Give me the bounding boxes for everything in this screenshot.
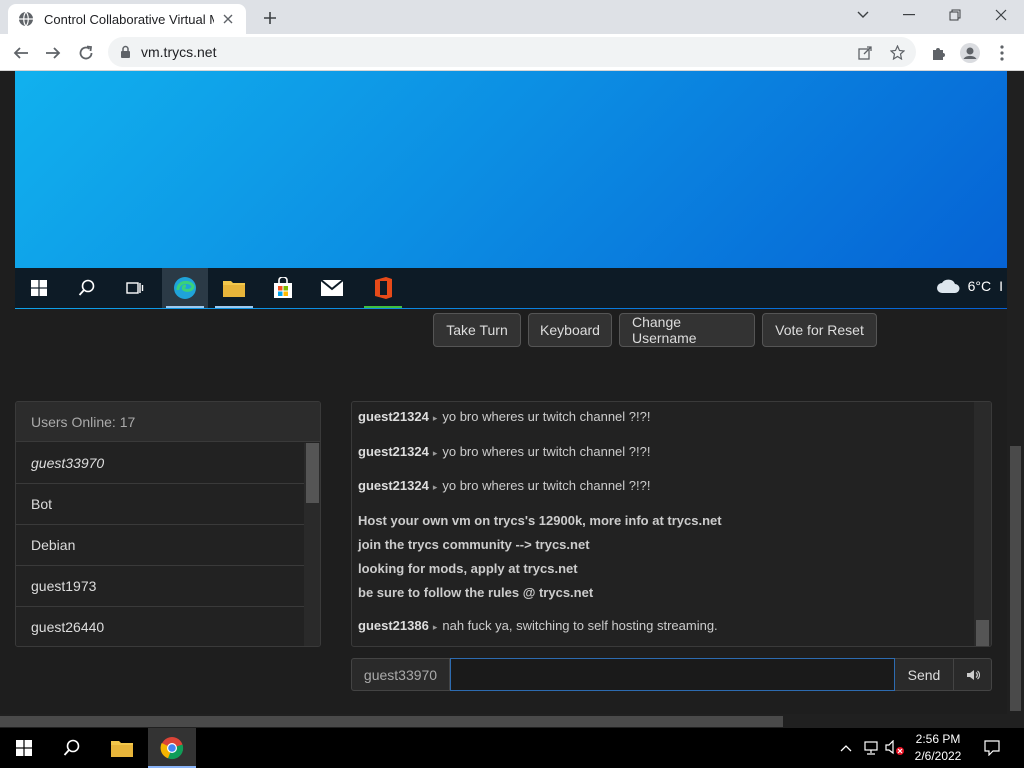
os-taskbar: 2:56 PM 2/6/2022 (0, 728, 1024, 768)
page-content: 6°C I Take Turn Keyboard Change Username… (0, 71, 1024, 728)
chrome-icon[interactable] (148, 728, 196, 768)
close-tab-icon[interactable] (220, 11, 236, 27)
windows-start-icon[interactable] (0, 728, 48, 768)
url-text: vm.trycs.net (141, 44, 217, 60)
profile-avatar-icon[interactable] (957, 40, 983, 66)
mail-icon[interactable] (309, 268, 355, 308)
users-scrollbar-thumb[interactable] (306, 443, 319, 503)
extensions-puzzle-icon[interactable] (925, 40, 951, 66)
change-username-button[interactable]: Change Username (619, 313, 755, 347)
sound-toggle-button[interactable] (954, 658, 992, 691)
chat-input-row: guest33970 Send (351, 658, 992, 691)
chat-username[interactable]: guest21386 (358, 618, 429, 633)
chat-message: guest21386 ▸ nah fuck ya, switching to sel… (358, 618, 718, 633)
page-vertical-scrollbar[interactable] (1007, 71, 1024, 714)
chevron-up-icon[interactable] (836, 728, 856, 768)
new-tab-icon[interactable] (259, 7, 281, 29)
weather-temp: 6°C (967, 278, 992, 294)
chat-message: guest21324 ▸ yo bro wheres ur twitch chann… (358, 409, 650, 424)
address-bar[interactable]: vm.trycs.net (108, 37, 916, 67)
chat-text: yo bro wheres ur twitch channel ?!?! (442, 478, 651, 493)
vm-controls: Take Turn Keyboard Change Username Vote … (433, 313, 877, 347)
user-list-item[interactable]: guest1973 (16, 566, 304, 607)
clock-time: 2:56 PM (915, 732, 961, 746)
file-explorer-icon[interactable] (98, 728, 146, 768)
chat-message-input[interactable] (450, 658, 895, 691)
chat-panel: guest21324 ▸ yo bro wheres ur twitch chann… (351, 401, 992, 647)
page-horizontal-scrollbar-thumb[interactable] (0, 716, 783, 727)
network-icon[interactable] (860, 728, 882, 768)
keyboard-button[interactable]: Keyboard (528, 313, 612, 347)
message-separator: ▸ (432, 482, 438, 492)
take-turn-button[interactable]: Take Turn (433, 313, 521, 347)
chat-text: nah fuck ya, switching to self hosting s… (442, 618, 718, 633)
forward-arrow-icon[interactable] (40, 40, 66, 66)
minimize-icon[interactable] (886, 0, 932, 30)
menu-kebab-icon[interactable] (989, 40, 1015, 66)
user-list-item[interactable]: guest33970 (16, 443, 304, 484)
notifications-icon[interactable] (978, 728, 1006, 768)
running-indicator (215, 306, 253, 308)
chat-username[interactable]: guest21324 (358, 444, 429, 459)
clock-date: 2/6/2022 (914, 749, 962, 763)
share-icon[interactable] (857, 44, 873, 60)
speaker-icon (966, 669, 980, 680)
vm-taskbar[interactable]: 6°C I (15, 268, 1007, 308)
chat-username[interactable]: guest21324 (358, 409, 429, 424)
back-arrow-icon[interactable] (8, 40, 34, 66)
system-message: looking for mods, apply at trycs.net (358, 561, 578, 576)
close-window-icon[interactable] (978, 0, 1024, 30)
page-vertical-scrollbar-thumb[interactable] (1010, 446, 1021, 711)
user-list-item[interactable]: guest26440 (16, 607, 304, 646)
message-separator: ▸ (432, 622, 438, 632)
search-icon[interactable] (48, 728, 96, 768)
chat-message: guest21324 ▸ yo bro wheres ur twitch chann… (358, 478, 650, 493)
cloud-icon (936, 279, 960, 293)
users-online-panel: Users Online: 17 guest33970 Bot Debian g… (15, 401, 321, 647)
page-horizontal-scrollbar[interactable] (0, 714, 1024, 728)
tab-search-icon[interactable] (840, 0, 886, 30)
browser-toolbar: vm.trycs.net (0, 34, 1024, 71)
weather-widget[interactable]: 6°C I (936, 278, 1003, 294)
chat-username[interactable]: guest21324 (358, 478, 429, 493)
lock-icon (121, 45, 130, 58)
search-icon[interactable] (64, 268, 110, 308)
store-icon[interactable] (260, 268, 306, 308)
globe-icon (19, 11, 33, 27)
active-indicator (166, 306, 204, 308)
office-icon[interactable] (360, 268, 406, 308)
chat-text: yo bro wheres ur twitch channel ?!?! (442, 409, 651, 424)
vote-reset-button[interactable]: Vote for Reset (762, 313, 877, 347)
system-message: Host your own vm on trycs's 12900k, more… (358, 513, 722, 528)
edge-browser-icon[interactable] (162, 268, 208, 308)
user-list-item[interactable]: Debian (16, 525, 304, 566)
users-online-header: Users Online: 17 (16, 402, 320, 442)
chat-scrollbar[interactable] (974, 402, 991, 646)
task-view-icon[interactable] (112, 268, 158, 308)
restore-icon[interactable] (932, 0, 978, 30)
user-list-item[interactable]: Bot (16, 484, 304, 525)
file-explorer-icon[interactable] (211, 268, 257, 308)
chat-text: yo bro wheres ur twitch channel ?!?! (442, 444, 651, 459)
volume-muted-icon[interactable] (884, 728, 906, 768)
message-separator: ▸ (432, 448, 438, 458)
message-separator: ▸ (432, 413, 438, 423)
reload-icon[interactable] (73, 40, 99, 66)
browser-tab-bar: Control Collaborative Virtual Mac (0, 0, 1024, 34)
tab-title: Control Collaborative Virtual Mac (44, 11, 214, 27)
user-list: guest33970 Bot Debian guest1973 guest264… (16, 443, 304, 646)
system-message: be sure to follow the rules @ trycs.net (358, 585, 594, 600)
running-indicator (364, 306, 402, 308)
chat-username-label: guest33970 (351, 658, 450, 691)
chat-scrollbar-thumb[interactable] (976, 620, 989, 646)
send-button[interactable]: Send (895, 658, 954, 691)
weather-extra: I (999, 278, 1003, 294)
windows-start-icon[interactable] (16, 268, 62, 308)
users-scrollbar[interactable] (304, 443, 320, 646)
chat-message: guest21324 ▸ yo bro wheres ur twitch chann… (358, 444, 650, 459)
bookmark-star-icon[interactable] (889, 44, 905, 60)
system-message: join the trycs community --> trycs.net (358, 537, 590, 552)
system-clock[interactable]: 2:56 PM 2/6/2022 (906, 731, 970, 765)
browser-tab[interactable]: Control Collaborative Virtual Mac (8, 4, 246, 34)
